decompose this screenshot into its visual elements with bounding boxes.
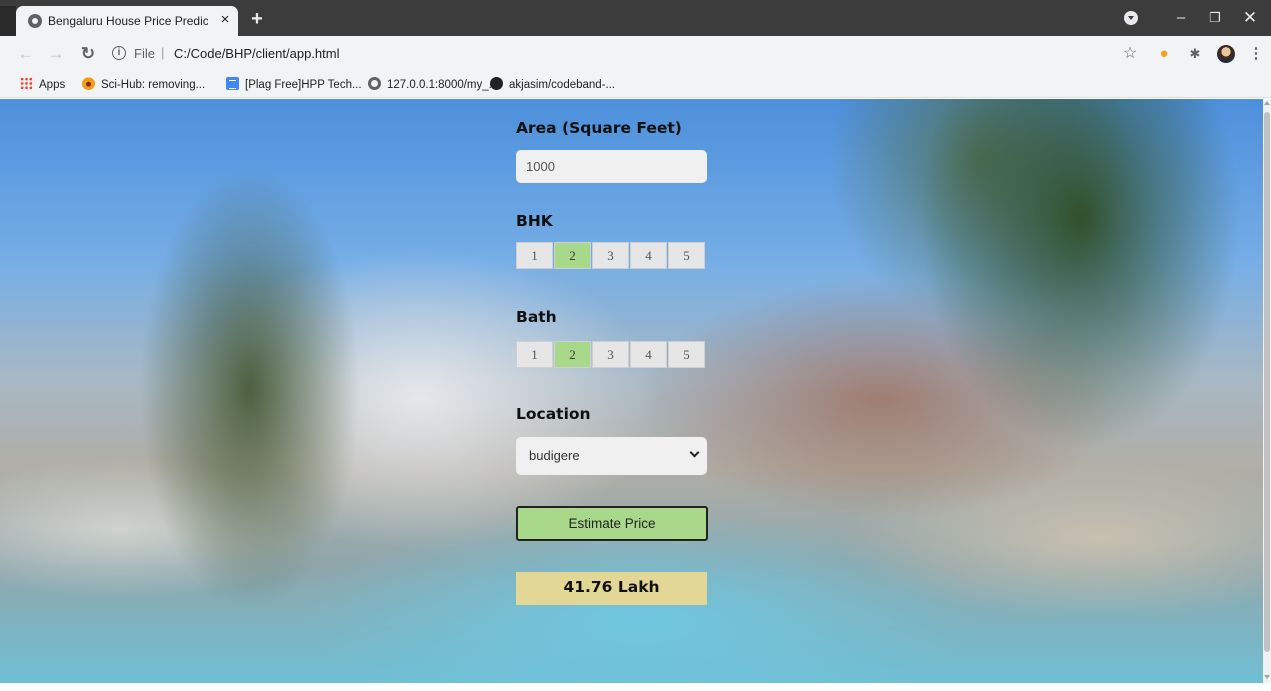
scroll-up-icon[interactable] [1264,101,1270,105]
bhk-option-4[interactable]: 4 [630,242,667,269]
globe-icon [368,77,381,90]
avatar[interactable] [1217,45,1235,63]
window-bottom-edge [0,683,1271,691]
bhk-option-5[interactable]: 5 [668,242,705,269]
new-tab-button[interactable]: + [246,8,268,30]
apps-grid-icon [20,77,33,90]
active-tab[interactable]: Bengaluru House Price Prediction × [16,6,238,36]
globe-favicon-icon [28,14,42,28]
url-text[interactable]: C:/Code/BHP/client/app.html [174,46,339,61]
browser-toolbar: ← → ↻ i File | C:/Code/BHP/client/app.ht… [0,36,1271,72]
close-window-icon[interactable]: ✕ [1238,8,1262,28]
puzzle-icon[interactable]: ✱ [1185,44,1205,64]
location-label: Location [516,405,591,423]
bookmark-sci-hub[interactable]: Sci-Hub: removing... [82,77,205,93]
bookmark-label: akjasim/codeband-... [509,79,616,91]
sci-hub-icon [82,77,95,90]
url-scheme: File [134,46,155,61]
estimate-price-button[interactable]: Estimate Price [516,506,708,541]
menu-dots-icon[interactable]: ⋮ [1246,44,1266,64]
info-icon[interactable]: i [112,46,126,60]
star-icon[interactable]: ☆ [1120,44,1140,64]
restore-icon[interactable]: ❐ [1204,8,1226,28]
github-icon [490,77,503,90]
bhk-label: BHK [516,212,553,230]
forward-icon[interactable]: → [46,44,66,64]
bhk-option-3[interactable]: 3 [592,242,629,269]
tab-title: Bengaluru House Price Prediction [48,14,208,28]
bath-label: Bath [516,308,557,326]
bookmark-label: 127.0.0.1:8000/my_... [387,79,499,91]
area-input[interactable] [516,150,707,183]
page-background: Area (Square Feet) BHK 1 2 3 4 5 Bath 1 … [0,99,1263,683]
reload-icon[interactable]: ↻ [78,44,98,64]
address-bar[interactable]: i File | C:/Code/BHP/client/app.html [108,42,1108,66]
extension-icon[interactable]: ● [1154,44,1174,64]
bhk-options: 1 2 3 4 5 [516,242,706,269]
minimize-icon[interactable]: – [1170,8,1192,28]
scrollbar-thumb[interactable] [1264,112,1270,652]
tab-strip: Bengaluru House Price Prediction × + – ❐… [0,0,1271,36]
bath-option-2[interactable]: 2 [554,341,591,368]
url-separator: | [161,45,165,60]
bookmark-plag-free[interactable]: [Plag Free]HPP Tech... [226,77,362,93]
bookmark-label: Sci-Hub: removing... [101,79,206,91]
bookmark-label: [Plag Free]HPP Tech... [245,79,362,91]
bath-option-4[interactable]: 4 [630,341,667,368]
docs-icon [226,77,239,90]
back-icon[interactable]: ← [16,44,36,64]
bookmark-label: Apps [39,79,66,91]
bookmark-localhost[interactable]: 127.0.0.1:8000/my_... [368,77,498,93]
bath-option-1[interactable]: 1 [516,341,553,368]
bath-option-5[interactable]: 5 [668,341,705,368]
estimated-price: 41.76 Lakh [516,572,707,605]
area-label: Area (Square Feet) [516,119,682,137]
bhk-option-1[interactable]: 1 [516,242,553,269]
chevron-down-icon [689,447,700,458]
scroll-down-icon[interactable] [1264,675,1270,679]
bookmark-apps[interactable]: Apps [20,77,65,93]
bookmarks-bar: Apps Sci-Hub: removing... [Plag Free]HPP… [0,72,1271,98]
bath-option-3[interactable]: 3 [592,341,629,368]
bath-options: 1 2 3 4 5 [516,341,706,368]
location-value: budigere [529,448,580,463]
profile-dropdown-icon[interactable] [1124,11,1138,25]
bookmark-github[interactable]: akjasim/codeband-... [490,77,615,93]
tab-strip-edge [0,6,16,36]
bhk-option-2[interactable]: 2 [554,242,591,269]
tab-close-icon[interactable]: × [216,10,234,30]
location-select[interactable]: budigere [516,437,707,475]
